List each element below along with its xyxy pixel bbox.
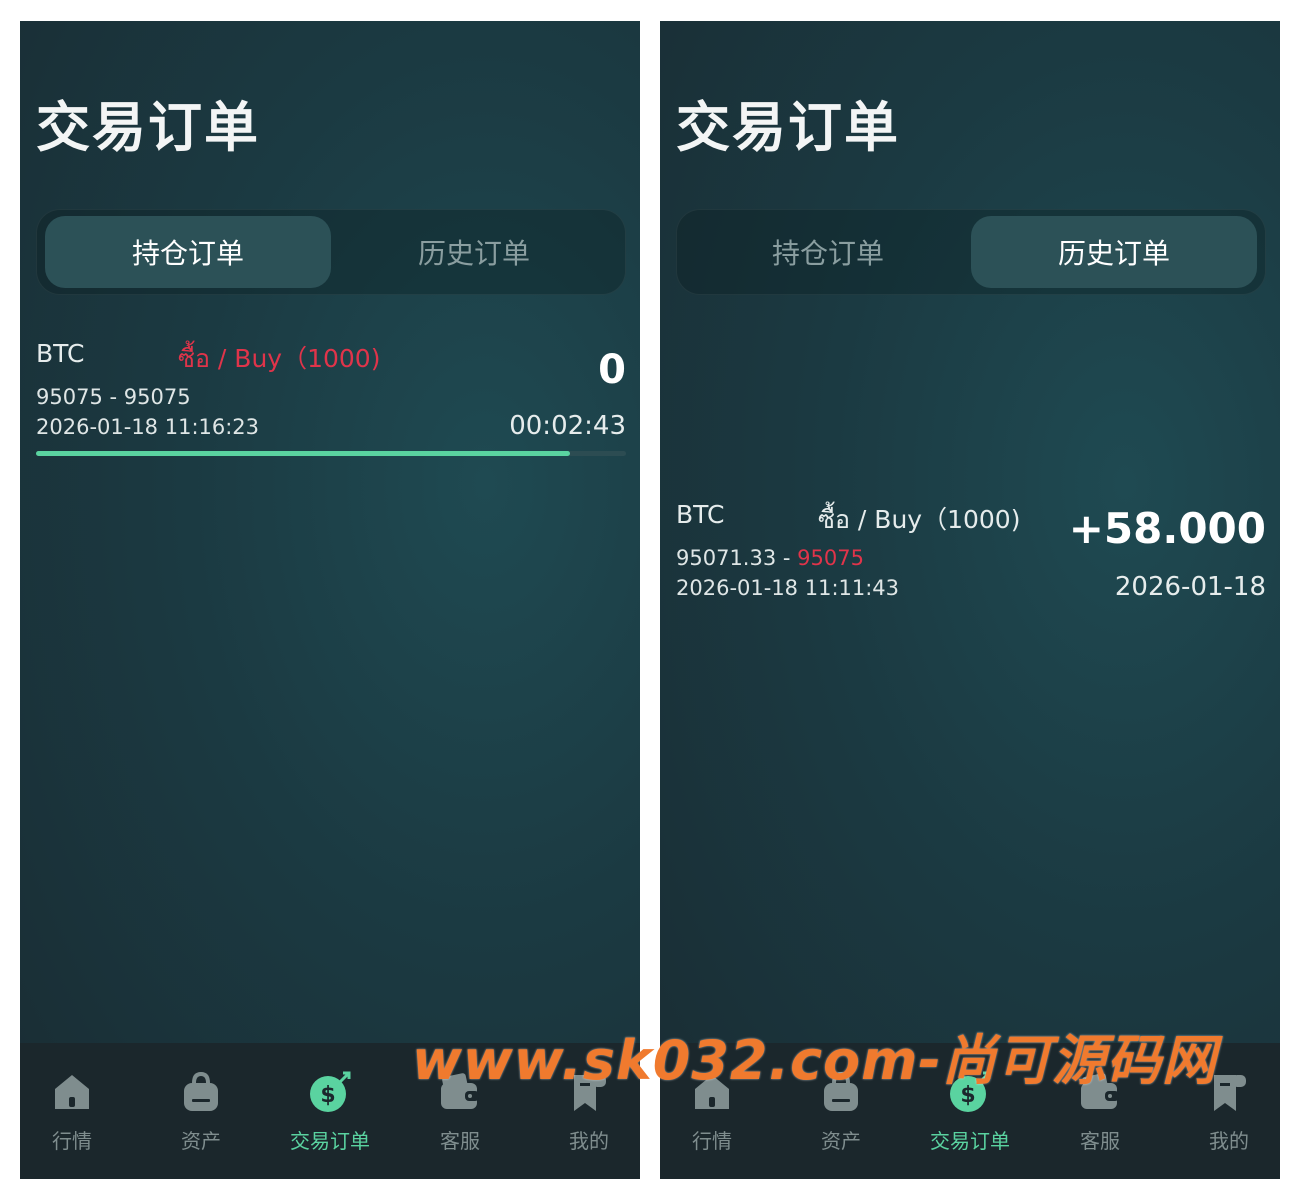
screen-open-orders: 交易订单 持仓订单 历史订单 BTC ซื้อ / Buy（1000) 0 95… (20, 21, 640, 1179)
nav-item-orders[interactable]: $ 交易订单 (268, 1069, 392, 1154)
order-progress-bar (36, 451, 626, 456)
order-symbol: BTC (36, 339, 85, 368)
page-title: 交易订单 (36, 96, 260, 159)
tab-open-orders[interactable]: 持仓订单 (685, 216, 971, 288)
close-price: 95075 (123, 385, 191, 409)
bag-icon (184, 1071, 218, 1111)
svg-text:$: $ (320, 1083, 335, 1108)
dollar-coin-icon: $ (310, 1071, 351, 1112)
tab-open-orders[interactable]: 持仓订单 (45, 216, 331, 288)
order-time: 2026-01-18 11:11:43 (676, 576, 900, 600)
nav-label-service: 客服 (1080, 1129, 1120, 1153)
order-item[interactable]: BTC ซื้อ / Buy（1000) 0 95075 - 95075 202… (36, 339, 626, 469)
nav-label-market: 行情 (692, 1129, 732, 1153)
tab-history-orders[interactable]: 历史订单 (971, 216, 1257, 288)
order-price-range: 95075 - 95075 (36, 385, 191, 409)
price-separator: - (102, 385, 124, 409)
nav-label-assets: 资产 (821, 1129, 861, 1153)
nav-label-profile: 我的 (569, 1129, 609, 1153)
nav-label-market: 行情 (52, 1129, 92, 1153)
order-time: 2026-01-18 11:16:23 (36, 415, 260, 439)
price-separator: - (776, 546, 798, 570)
order-item[interactable]: BTC ซื้อ / Buy（1000) +58.000 95071.33 - … (676, 500, 1266, 630)
nav-label-profile: 我的 (1209, 1129, 1249, 1153)
order-price-range: 95071.33 - 95075 (676, 546, 864, 570)
tab-history-orders[interactable]: 历史订单 (331, 216, 617, 288)
order-tabs: 持仓订单 历史订单 (676, 209, 1266, 295)
order-countdown: 00:02:43 (509, 411, 626, 441)
close-price: 95075 (797, 546, 864, 570)
order-direction: ซื้อ / Buy（1000) (818, 505, 1021, 534)
order-tabs: 持仓订单 历史订单 (36, 209, 626, 295)
nav-label-assets: 资产 (181, 1129, 221, 1153)
open-price: 95071.33 (676, 546, 777, 570)
order-progress-fill (36, 451, 570, 456)
order-profit: 0 (598, 347, 626, 393)
page-title: 交易订单 (676, 96, 900, 159)
home-icon (55, 1075, 89, 1109)
open-price: 95075 (36, 385, 103, 409)
screen-history-orders: 交易订单 持仓订单 历史订单 BTC ซื้อ / Buy（1000) +58.… (660, 21, 1280, 1179)
order-close-date: 2026-01-18 (1114, 572, 1266, 602)
nav-label-orders: 交易订单 (930, 1129, 1010, 1153)
nav-label-orders: 交易订单 (290, 1129, 370, 1153)
order-profit: +58.000 (1068, 504, 1266, 553)
nav-label-service: 客服 (440, 1129, 480, 1153)
nav-item-market[interactable]: 行情 (20, 1069, 134, 1154)
nav-item-assets[interactable]: 资产 (139, 1069, 263, 1154)
order-symbol: BTC (676, 500, 725, 529)
order-direction: ซื้อ / Buy（1000) (178, 344, 381, 373)
watermark-text: www.sk032.com-尚可源码网 (412, 1029, 1217, 1092)
